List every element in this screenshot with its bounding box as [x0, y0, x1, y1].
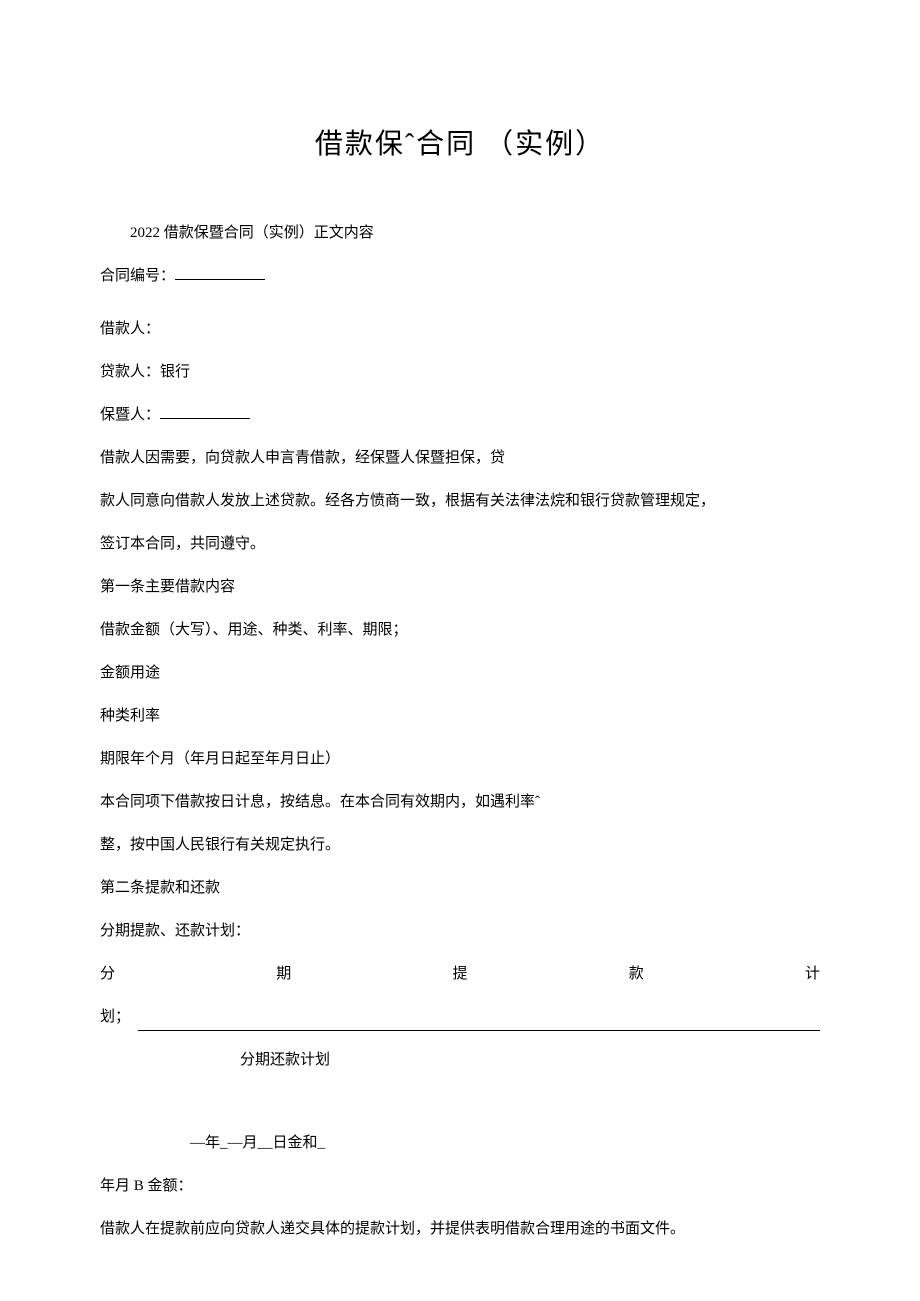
- final-paragraph: 借款人在提款前应向贷款人递交具体的提款计划，并提供表明借款合理用途的书面文件。: [100, 1216, 820, 1243]
- char-4: 款: [629, 961, 644, 988]
- plan-underline-line: 划；: [100, 1004, 820, 1031]
- article1-line6: 整，按中国人民银行有关规定执行。: [100, 832, 820, 859]
- repay-plan-label: 分期还款计划: [240, 1047, 820, 1074]
- article1-line4: 期限年个月（年月日起至年月日止）: [100, 746, 820, 773]
- char-1: 分: [100, 961, 115, 988]
- article2-line1: 分期提款、还款计划：: [100, 918, 820, 945]
- article2-title: 第二条提款和还款: [100, 875, 820, 902]
- contract-number-blank: [175, 265, 265, 280]
- plan-label: 划；: [100, 1004, 130, 1031]
- preamble-2: 款人同意向借款人发放上述贷款。经各方愤商一致，根据有关法律法烷和银行贷款管理规定…: [100, 488, 820, 515]
- lender-line: 贷款人：银行: [100, 359, 820, 386]
- borrower-line: 借款人：: [100, 316, 820, 343]
- guarantor-label: 保暨人：: [100, 407, 160, 423]
- intro-text: 2022 借款保暨合同（实例）正文内容: [100, 220, 820, 247]
- guarantor-line: 保暨人：: [100, 402, 820, 429]
- contract-number-line: 合同编号：: [100, 263, 820, 290]
- document-title: 借款保ˆ合同 （实例）: [100, 120, 820, 170]
- plan-underline: [138, 1004, 820, 1031]
- date-amount-line: —年_—月__日金和_: [190, 1130, 820, 1157]
- article1-line5: 本合同项下借款按日计息，按结息。在本合同有效期内，如遇利率ˆ: [100, 789, 820, 816]
- char-5: 计: [805, 961, 820, 988]
- amount-line: 年月 B 金额：: [100, 1173, 820, 1200]
- contract-number-label: 合同编号：: [100, 268, 175, 284]
- article1-line3: 种类利率: [100, 703, 820, 730]
- preamble-3: 签订本合同，共同遵守。: [100, 531, 820, 558]
- char-2: 期: [276, 961, 291, 988]
- article1-line1: 借款金额（大写）、用途、种类、利率、期限；: [100, 617, 820, 644]
- article1-title: 第一条主要借款内容: [100, 574, 820, 601]
- article1-line2: 金额用途: [100, 660, 820, 687]
- char-3: 提: [452, 961, 467, 988]
- justified-plan-line: 分 期 提 款 计: [100, 961, 820, 988]
- preamble-1: 借款人因需要，向贷款人申言青借款，经保暨人保暨担保，贷: [100, 445, 820, 472]
- guarantor-blank: [160, 404, 250, 419]
